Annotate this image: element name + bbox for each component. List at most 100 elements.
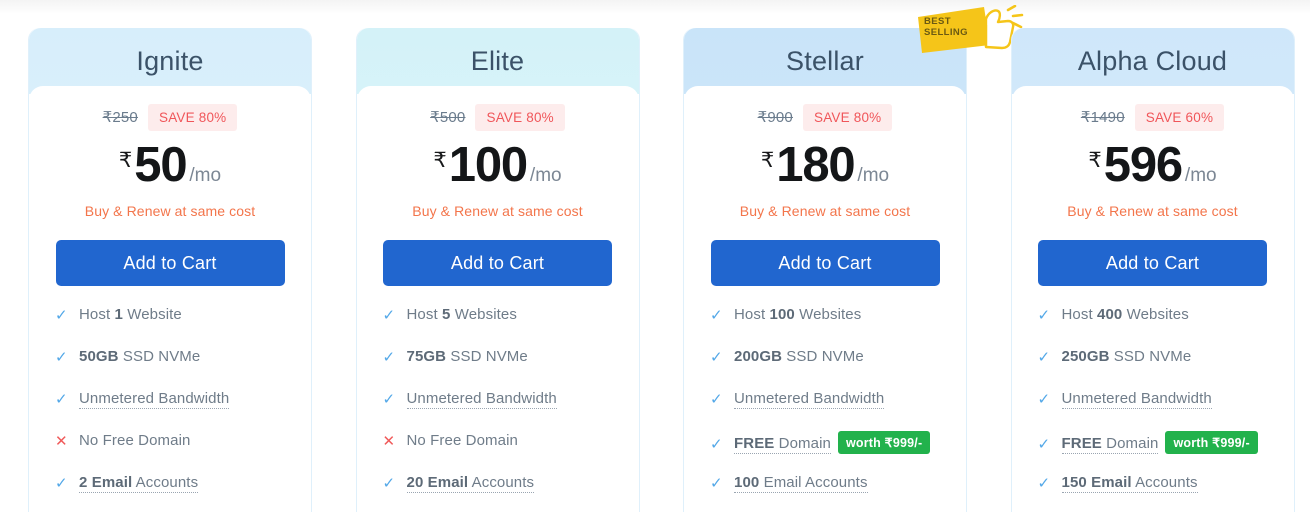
renew-note: Buy & Renew at same cost [1012,203,1294,219]
feature-value: 200GB [734,348,782,365]
price-top-row: ₹250 SAVE 80% [29,104,311,130]
feature-item: ✓50GB SSD NVMe [55,348,311,390]
current-price: ₹596/mo [1012,141,1294,191]
feature-label: 250GB SSD NVMe [1062,348,1192,365]
feature-label: 75GB SSD NVMe [407,348,528,365]
feature-label: 20 Email Accounts [407,474,535,491]
check-icon: ✓ [710,392,734,407]
card-body: ₹900SAVE 80%₹180/moBuy & Renew at same c… [684,86,966,512]
ribbon-line-2: SELLING [924,27,968,38]
check-icon: ✓ [55,350,79,365]
card-header: Alpha Cloud [1012,28,1294,94]
current-price: ₹50/mo [29,141,311,191]
pricing-card-stellar: StellarBESTSELLING₹900SAVE 80%₹180/moBuy… [683,28,967,512]
original-price: ₹900 [758,108,793,126]
feature-item: ✓250GB SSD NVMe [1038,348,1294,390]
plan-title: Alpha Cloud [1078,48,1227,75]
original-price: ₹500 [430,108,465,126]
feature-label: Unmetered Bandwidth [1062,390,1212,407]
domain-worth-badge: worth ₹999/- [1165,431,1257,454]
pricing-card-slot: StellarBESTSELLING₹900SAVE 80%₹180/moBuy… [683,28,983,512]
feature-item: ✓20 Email Accounts [383,474,639,512]
feature-item: ✓Unmetered Bandwidth [383,390,639,432]
feature-value: 100 [734,474,759,491]
check-icon: ✓ [1038,308,1062,323]
current-price: ₹180/mo [684,141,966,191]
feature-value: 20 Email [407,474,469,491]
pricing-card-slot: Ignite ₹250 SAVE 80% ₹50/mo Buy & Renew at s… [28,28,328,512]
add-to-cart-button[interactable]: Add to Cart [711,240,940,286]
price-period: /mo [1185,165,1217,187]
check-icon: ✓ [55,308,79,323]
save-badge: SAVE 80% [475,104,564,131]
currency-symbol: ₹ [1088,148,1101,173]
feature-item: ✓2 Email Accounts [55,474,311,512]
feature-label: Host 5 Websites [407,306,517,323]
feature-value: 1 [115,306,123,323]
feature-item: ✓FREE Domainworth ₹999/- [710,432,966,474]
feature-value: 150 Email [1062,474,1132,491]
price-period: /mo [857,165,889,187]
plan-title: Elite [471,48,525,75]
add-to-cart-button[interactable]: Add to Cart [383,240,612,286]
feature-label: Unmetered Bandwidth [407,390,557,407]
price-period: /mo [530,165,562,187]
feature-list: ✓Host 100 Websites✓200GB SSD NVMe✓Unmete… [684,306,966,512]
card-header: Elite [357,28,639,94]
check-icon: ✓ [55,392,79,407]
plan-title: Stellar [786,48,864,75]
cross-icon: ✕ [55,434,79,449]
pricing-card-alpha-cloud: Alpha Cloud ₹1490 SAVE 60% ₹596/mo Buy & Ren… [1011,28,1295,512]
feature-label: No Free Domain [79,432,190,449]
check-icon: ✓ [1038,392,1062,407]
best-selling-label: BESTSELLING [924,16,968,38]
feature-item: ✕No Free Domain [383,432,639,474]
pricing-card-ignite: Ignite ₹250 SAVE 80% ₹50/mo Buy & Renew at s… [28,28,312,512]
feature-label: Unmetered Bandwidth [79,390,229,407]
card-body: ₹1490 SAVE 60% ₹596/mo Buy & Renew at same … [1012,86,1294,512]
original-price: ₹1490 [1081,108,1125,126]
feature-item: ✓FREE Domainworth ₹999/- [1038,432,1294,474]
price-top-row: ₹1490 SAVE 60% [1012,104,1294,130]
save-badge: SAVE 60% [1135,104,1224,131]
check-icon: ✓ [1038,437,1062,452]
ribbon-line-1: BEST [924,16,968,27]
add-to-cart-button[interactable]: Add to Cart [1038,240,1267,286]
check-icon: ✓ [710,350,734,365]
add-to-cart-button[interactable]: Add to Cart [56,240,285,286]
feature-label: Host 1 Website [79,306,182,323]
feature-item: ✓200GB SSD NVMe [710,348,966,390]
feature-value: 250GB [1062,348,1110,365]
price-top-row: ₹900SAVE 80% [684,104,966,130]
check-icon: ✓ [710,308,734,323]
renew-note: Buy & Renew at same cost [357,203,639,219]
feature-label: 50GB SSD NVMe [79,348,200,365]
feature-item: ✓Host 1 Website [55,306,311,348]
feature-label: Host 400 Websites [1062,306,1189,323]
feature-item: ✓Host 400 Websites [1038,306,1294,348]
feature-item: ✓100 Email Accounts [710,474,966,512]
currency-symbol: ₹ [433,148,446,173]
feature-item: ✓Unmetered Bandwidth [1038,390,1294,432]
price-period: /mo [189,165,221,187]
original-price: ₹250 [103,108,138,126]
renew-note: Buy & Renew at same cost [29,203,311,219]
price-amount: 100 [449,141,527,190]
currency-symbol: ₹ [119,148,132,173]
current-price: ₹100/mo [357,141,639,191]
feature-item: ✓Host 100 Websites [710,306,966,348]
plan-title: Ignite [136,48,203,75]
check-icon: ✓ [710,437,734,452]
feature-label: Host 100 Websites [734,306,861,323]
feature-item: ✓150 Email Accounts [1038,474,1294,512]
check-icon: ✓ [55,476,79,491]
check-icon: ✓ [383,476,407,491]
feature-value: 75GB [407,348,447,365]
save-badge: SAVE 80% [148,104,237,131]
check-icon: ✓ [1038,476,1062,491]
pricing-card-elite: Elite ₹500 SAVE 80% ₹100/mo Buy & Renew at s… [356,28,640,512]
feature-label: No Free Domain [407,432,518,449]
feature-list: ✓Host 400 Websites✓250GB SSD NVMe✓Unmete… [1012,306,1294,512]
price-amount: 180 [776,141,854,190]
feature-label: 2 Email Accounts [79,474,198,491]
